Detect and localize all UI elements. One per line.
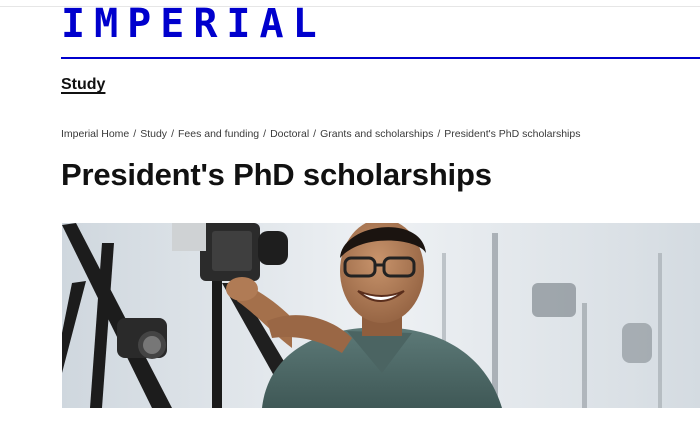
breadcrumb-fees-and-funding[interactable]: Fees and funding xyxy=(178,127,259,141)
breadcrumb-study[interactable]: Study xyxy=(140,127,167,141)
breadcrumb: Imperial Home / Study / Fees and funding… xyxy=(61,127,580,141)
hero-image xyxy=(62,223,700,408)
hero-photo-illustration xyxy=(62,223,700,408)
breadcrumb-separator: / xyxy=(133,128,137,140)
study-section-link[interactable]: Study xyxy=(61,75,105,95)
page-title: President's PhD scholarships xyxy=(61,157,492,192)
breadcrumb-grants-and-scholarships[interactable]: Grants and scholarships xyxy=(320,127,433,141)
header-divider xyxy=(61,57,700,59)
breadcrumb-separator: / xyxy=(263,128,267,140)
breadcrumb-separator: / xyxy=(171,128,174,140)
page: IMPERIAL Study Imperial Home / Study / F… xyxy=(0,0,700,441)
imperial-logo[interactable]: IMPERIAL xyxy=(61,4,326,44)
breadcrumb-separator: / xyxy=(313,128,317,140)
breadcrumb-doctoral[interactable]: Doctoral xyxy=(270,127,309,141)
breadcrumb-current-page[interactable]: President's PhD scholarships xyxy=(444,127,580,141)
breadcrumb-separator: / xyxy=(437,128,441,140)
breadcrumb-imperial-home[interactable]: Imperial Home xyxy=(61,127,129,141)
